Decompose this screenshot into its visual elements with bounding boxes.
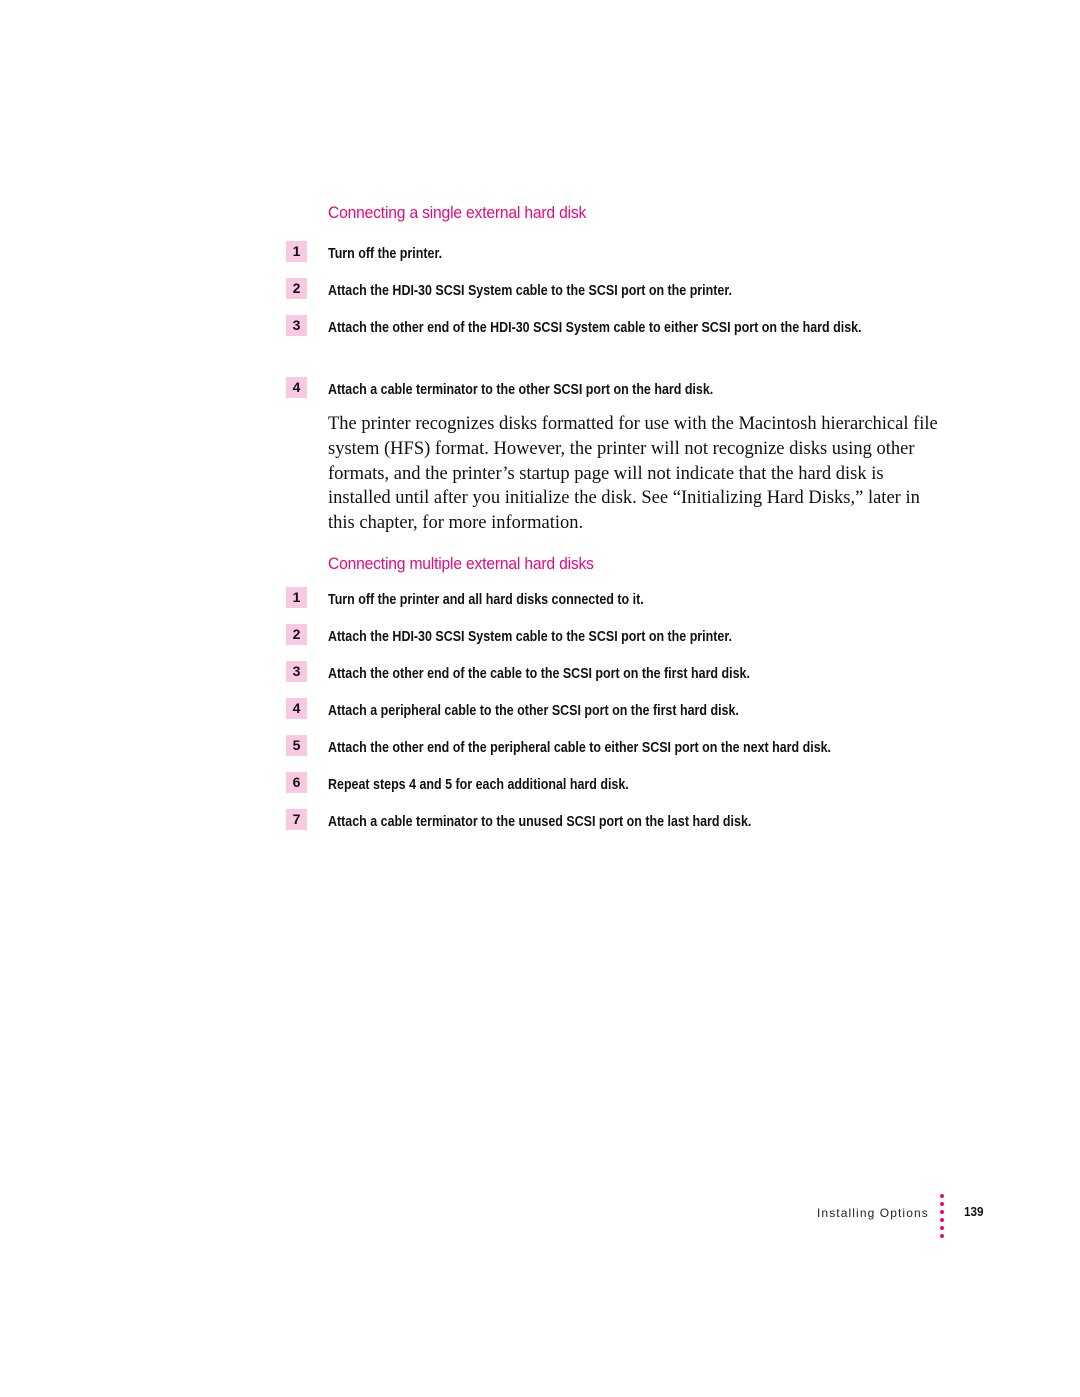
step-number-badge: 2 [286, 278, 307, 299]
divider-dot [940, 1226, 944, 1230]
divider-dot [940, 1234, 944, 1238]
step-number-badge: 4 [286, 377, 307, 398]
step-text: Turn off the printer. [328, 246, 443, 262]
divider-dot [940, 1194, 944, 1198]
divider-dot [940, 1202, 944, 1206]
step-number-badge: 2 [286, 624, 307, 645]
section-heading-multiple-disks: Connecting multiple external hard disks [328, 554, 594, 573]
step-number-badge: 5 [286, 735, 307, 756]
footer-chapter-title: Installing Options [817, 1206, 929, 1220]
step-number-badge: 7 [286, 809, 307, 830]
divider-dot [940, 1218, 944, 1222]
document-page: Connecting a single external hard disk 1… [0, 0, 1080, 1397]
step-number-badge: 3 [286, 315, 307, 336]
step-text: Attach the HDI-30 SCSI System cable to t… [328, 629, 732, 645]
step-number-badge: 3 [286, 661, 307, 682]
step-text: Attach the other end of the HDI-30 SCSI … [328, 320, 862, 336]
divider-dot [940, 1210, 944, 1214]
step-text: Attach a cable terminator to the unused … [328, 814, 752, 830]
step-text: Attach the other end of the peripheral c… [328, 740, 832, 756]
footer-dotted-divider [940, 1194, 944, 1242]
step-text: Repeat steps 4 and 5 for each additional… [328, 777, 629, 793]
body-paragraph: The printer recognizes disks formatted f… [328, 414, 938, 534]
step-text: Turn off the printer and all hard disks … [328, 592, 644, 608]
step-number-badge: 6 [286, 772, 307, 793]
step-text: Attach the other end of the cable to the… [328, 666, 750, 682]
step-text: Attach the HDI-30 SCSI System cable to t… [328, 283, 732, 299]
step-text: Attach a cable terminator to the other S… [328, 382, 714, 398]
section-heading-single-disk: Connecting a single external hard disk [328, 203, 587, 222]
step-number-badge: 1 [286, 587, 307, 608]
step-text: Attach a peripheral cable to the other S… [328, 703, 739, 719]
step-number-badge: 1 [286, 241, 307, 262]
page-number: 139 [964, 1204, 984, 1219]
step-number-badge: 4 [286, 698, 307, 719]
